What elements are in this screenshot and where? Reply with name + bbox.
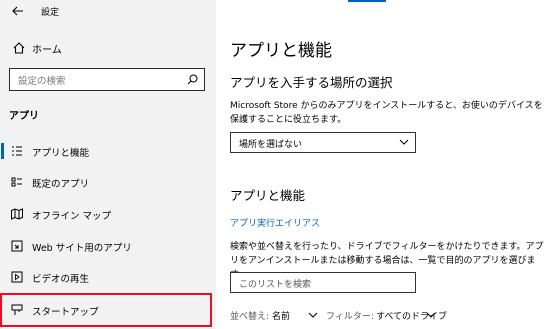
home-icon bbox=[13, 42, 25, 54]
top-accent-line bbox=[348, 0, 386, 2]
video-icon bbox=[11, 271, 23, 283]
sidebar-item-label: 既定のアプリ bbox=[32, 179, 90, 190]
sidebar-item-label: Web サイト用のアプリ bbox=[32, 243, 132, 254]
sidebar: 設定 ホーム 設定の検索 アプリ アプリと機能 既定のアプリ オフライン マップ bbox=[0, 0, 216, 329]
main-content: アプリと機能 アプリを入手する場所の選択 Microsoft Store からの… bbox=[216, 0, 550, 329]
sidebar-item-web-apps[interactable]: Web サイト用のアプリ bbox=[0, 233, 216, 259]
sidebar-item-label: アプリと機能 bbox=[32, 148, 90, 159]
sort-label: 並べ替え: bbox=[230, 312, 270, 322]
chevron-down-icon[interactable] bbox=[426, 310, 436, 320]
page-title: アプリと機能 bbox=[230, 41, 332, 61]
map-icon bbox=[11, 208, 23, 220]
sidebar-item-label: オフライン マップ bbox=[32, 211, 112, 222]
home-label: ホーム bbox=[32, 45, 62, 56]
active-indicator bbox=[1, 143, 4, 159]
dropdown-value: 場所を選ばない bbox=[239, 140, 303, 150]
window-title: 設定 bbox=[41, 8, 60, 18]
list-search-input[interactable]: このリストを検索 bbox=[230, 272, 416, 293]
section-label-apps: アプリ bbox=[9, 111, 39, 122]
web-apps-icon bbox=[11, 240, 23, 252]
sidebar-item-apps-features[interactable]: アプリと機能 bbox=[0, 138, 216, 164]
install-location-description: Microsoft Store からのみアプリをインストールすると、お使いのデバ… bbox=[230, 101, 543, 125]
sidebar-item-video-playback[interactable]: ビデオの再生 bbox=[0, 264, 216, 290]
filter-label: フィルター: bbox=[326, 312, 374, 322]
app-execution-alias-link[interactable]: アプリ実行エイリアス bbox=[230, 216, 320, 229]
sidebar-item-label: ビデオの再生 bbox=[32, 274, 90, 285]
install-location-heading: アプリを入手する場所の選択 bbox=[230, 75, 393, 90]
sort-dropdown[interactable]: 名前 bbox=[272, 309, 290, 322]
chevron-down-icon[interactable] bbox=[308, 310, 318, 320]
list-icon bbox=[12, 146, 22, 156]
title-bar: 設定 bbox=[0, 0, 216, 24]
default-apps-icon bbox=[11, 177, 22, 187]
search-placeholder: 設定の検索 bbox=[18, 76, 66, 87]
highlight-annotation-box bbox=[0, 293, 212, 327]
filter-dropdown[interactable]: すべてのドライブ bbox=[376, 309, 447, 322]
home-nav-item[interactable]: ホーム bbox=[0, 36, 216, 60]
search-icon[interactable] bbox=[187, 74, 198, 85]
install-location-dropdown[interactable]: 場所を選ばない bbox=[230, 132, 416, 153]
chevron-down-icon bbox=[399, 139, 409, 145]
back-arrow-icon[interactable] bbox=[11, 4, 25, 18]
sidebar-item-default-apps[interactable]: 既定のアプリ bbox=[0, 169, 216, 195]
sort-filter-row: 並べ替え: 名前 フィルター: すべてのドライブ bbox=[230, 309, 550, 323]
settings-search-input[interactable]: 設定の検索 bbox=[9, 68, 205, 91]
sidebar-item-offline-maps[interactable]: オフライン マップ bbox=[0, 201, 216, 227]
list-search-placeholder: このリストを検索 bbox=[239, 280, 312, 290]
apps-features-heading: アプリと機能 bbox=[230, 188, 306, 203]
